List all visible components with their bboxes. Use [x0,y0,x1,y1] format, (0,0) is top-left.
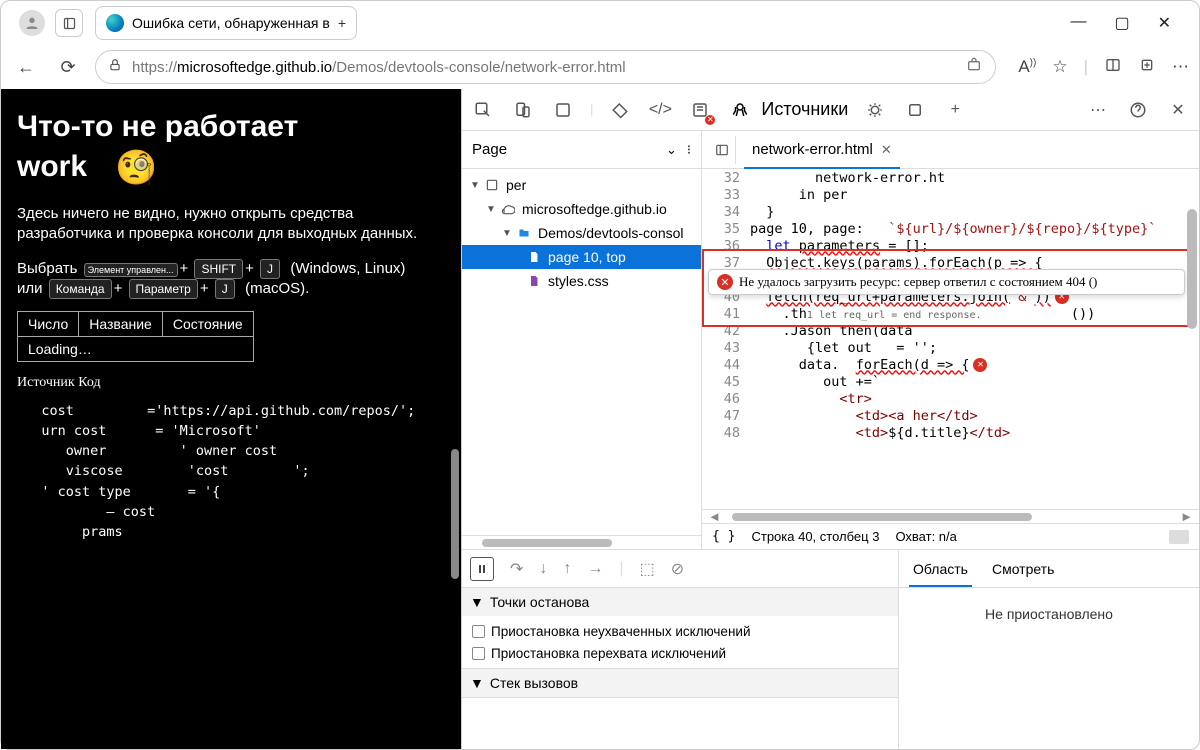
pause-caught-checkbox[interactable]: Приостановка перехвата исключений [472,642,888,664]
debugger-toolbar: ↷ ↓ ↑ → | ⬚ ⊘ [462,550,898,588]
navigator-more-icon[interactable]: ⁝ [687,142,691,158]
code-editor[interactable]: 32 network-error.ht 33 in per 34 } 35pag… [702,169,1199,509]
toggle-navigator-icon[interactable] [708,136,736,164]
window-titlebar: Ошибка сети, обнаруженная в + — ▢ ✕ [1,1,1199,45]
url-host: microsoftedge.github.io [177,59,332,76]
performance-tab[interactable] [862,97,888,123]
close-button[interactable]: ✕ [1158,13,1171,33]
source-code-block: Источник Код cost ='https://api.github.c… [17,372,445,543]
pause-exceptions-icon[interactable]: ⊘ [671,559,684,579]
devtools-toolbar: | </> ✕ Источники + ⋯ ✕ [462,89,1199,131]
error-icon: ✕ [717,274,733,290]
breakpoints-section: ▼Точки останова Приостановка неухваченны… [462,588,898,669]
step-into-icon[interactable]: ↓ [539,560,547,578]
edge-logo-icon [106,14,124,32]
keyboard-hint: Выбрать Элемент управлен...+ SHIFT+ J (W… [17,259,445,299]
refresh-button[interactable]: ⟳ [53,52,83,82]
navigator-pane: Page ⌄ ⁝ ▼per ▼microsoftedge.github.io ▼… [462,131,702,549]
collections-icon[interactable] [1138,57,1156,78]
new-tab-button[interactable]: + [338,15,346,31]
close-tab-icon[interactable]: ✕ [881,142,892,158]
profile-avatar[interactable] [19,10,45,36]
error-tooltip: ✕ Не удалось загрузить ресурс: сервер от… [708,269,1185,295]
step-icon[interactable]: → [587,560,603,578]
emoji-icon: 🧐 [115,149,157,187]
scope-tab[interactable]: Область [909,550,972,587]
editor-statusbar: { } Строка 40, столбец 3 Охват: n/a [702,523,1199,549]
data-table: ЧислоНазваниеСостояние Loading… [17,311,254,362]
file-tree[interactable]: ▼per ▼microsoftedge.github.io ▼Demos/dev… [462,169,701,535]
address-bar: ← ⟳ https://microsoftedge.github.io/Demo… [1,45,1199,89]
minimize-button[interactable]: — [1070,13,1086,33]
editor-hscrollbar[interactable]: ◄► [702,509,1199,523]
error-marker-icon[interactable]: ✕ [973,358,987,372]
status-indicator [1169,530,1189,544]
chevron-down-icon: ▼ [470,594,484,610]
back-button[interactable]: ← [11,52,41,82]
elements-tab[interactable] [607,97,633,123]
page-scrollbar[interactable] [451,449,459,579]
more-tabs-button[interactable]: + [942,97,968,123]
device-icon[interactable] [510,97,536,123]
cursor-position: Строка 40, столбец 3 [751,529,879,544]
editor-tabs: network-error.html ✕ [702,131,1199,169]
more-icon[interactable]: ⋯ [1172,57,1189,78]
watch-tab[interactable]: Смотреть [988,550,1058,587]
file-tree-selected: page 10, top [462,245,701,269]
maximize-button[interactable]: ▢ [1114,13,1129,33]
url-path: /Demos/devtools-console/network-error.ht… [332,59,625,76]
console-tab[interactable]: </> [647,97,673,123]
debugger-pane: ↷ ↓ ↑ → | ⬚ ⊘ ▼Точки останова Приостанов… [462,549,1199,749]
browser-tab[interactable]: Ошибка сети, обнаруженная в + [95,6,357,40]
navigator-scrollbar[interactable] [462,535,701,549]
chevron-down-icon: ▼ [470,675,484,691]
page-heading: Что-то не работает work 🧐 [17,107,445,190]
step-over-icon[interactable]: ↷ [510,559,523,579]
pretty-print-button[interactable]: { } [712,529,735,544]
favorite-icon[interactable]: ☆ [1052,57,1067,78]
callstack-section: ▼Стек вызовов [462,669,898,698]
devtools-more-icon[interactable]: ⋯ [1085,97,1111,123]
not-paused-message: Не приостановлено [899,588,1199,749]
inspect-icon[interactable] [470,97,496,123]
window-controls: — ▢ ✕ [1070,13,1191,33]
deactivate-breakpoints-icon[interactable]: ⬚ [640,559,655,579]
chevron-down-icon[interactable]: ⌄ [666,142,677,158]
coverage-status: Охват: n/a [895,529,956,544]
url-input[interactable]: https://microsoftedge.github.io/Demos/de… [95,50,996,84]
pause-button[interactable] [470,557,494,581]
tab-title: Ошибка сети, обнаруженная в [132,15,330,31]
read-aloud-icon[interactable]: A)) [1018,57,1036,78]
tab-actions-icon[interactable] [55,9,83,37]
editor-vscrollbar[interactable] [1187,209,1197,329]
navigator-tab-page[interactable]: Page [472,141,507,158]
network-tab[interactable]: ✕ [687,97,713,123]
scope-watch-tabs: Область Смотреть [899,550,1199,588]
split-screen-icon[interactable] [1104,57,1122,78]
step-out-icon[interactable]: ↑ [563,560,571,578]
devtools-panel: | </> ✕ Источники + ⋯ ✕ Page ⌄ [461,89,1199,749]
lock-icon [108,57,122,77]
page-description: Здесь ничего не видно, нужно открыть сре… [17,204,445,245]
devtools-close-icon[interactable]: ✕ [1165,97,1191,123]
sources-tab[interactable] [727,97,753,123]
editor-tab-active[interactable]: network-error.html ✕ [744,131,900,168]
pause-uncaught-checkbox[interactable]: Приостановка неухваченных исключений [472,620,888,642]
sources-tab-label: Источники [761,99,848,120]
welcome-tab[interactable] [550,97,576,123]
shopping-icon[interactable] [965,57,983,77]
devtools-help-icon[interactable] [1125,97,1151,123]
page-content: Что-то не работает work 🧐 Здесь ничего н… [1,89,461,749]
memory-tab[interactable] [902,97,928,123]
